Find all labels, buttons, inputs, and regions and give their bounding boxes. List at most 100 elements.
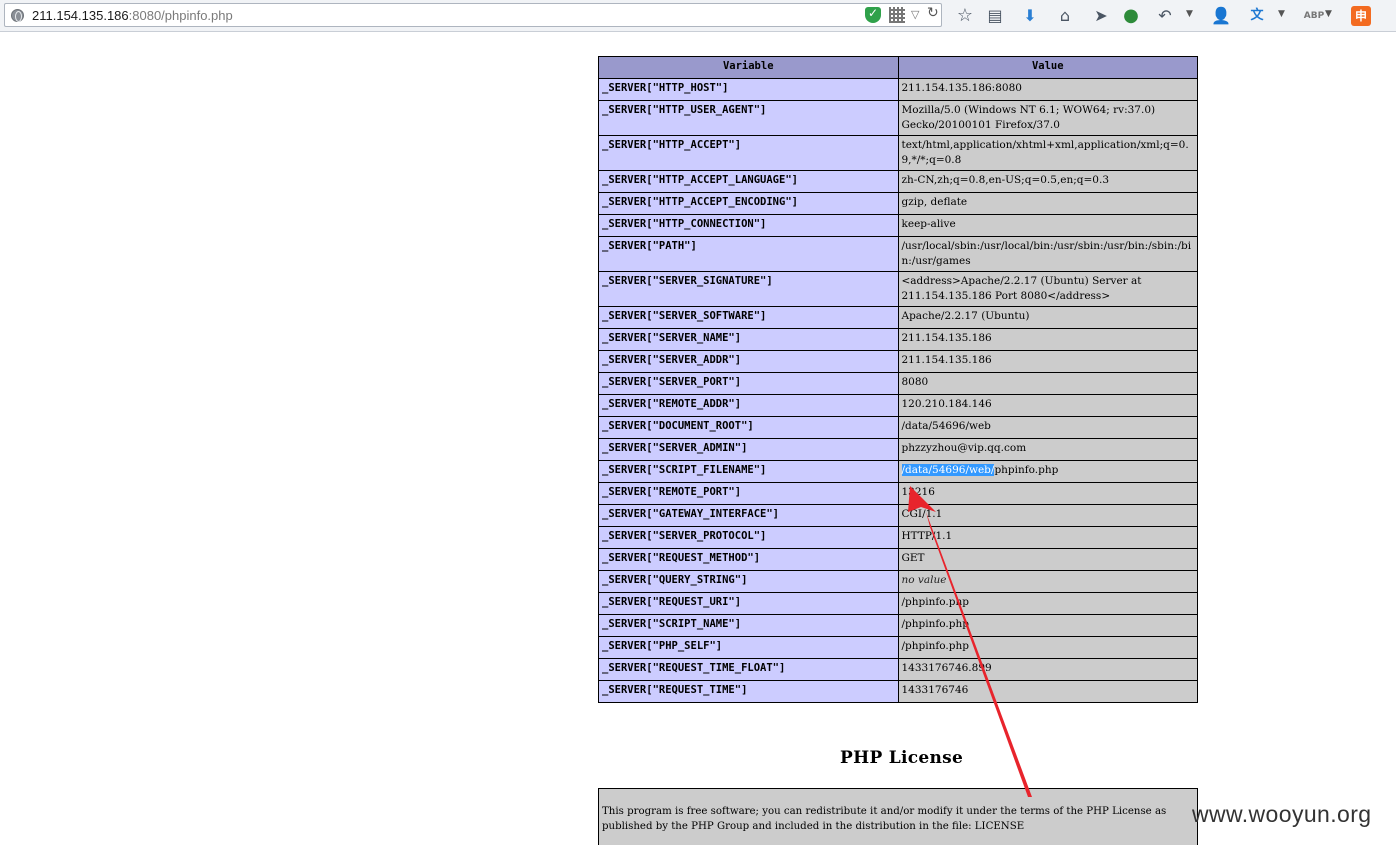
value-cell: 8080	[897, 372, 1198, 395]
address-bar[interactable]: 211.154.135.186:8080/phpinfo.php ▽ ↻	[4, 3, 942, 27]
table-row: _SERVER["PATH"]/usr/local/sbin:/usr/loca…	[598, 236, 1198, 272]
table-row: _SERVER["QUERY_STRING"] no value	[598, 570, 1198, 593]
value-cell: 211.154.135.186:8080	[897, 78, 1198, 101]
value-cell: /data/54696/web	[897, 416, 1198, 439]
value-cell: 211.154.135.186	[897, 350, 1198, 373]
table-row: _SERVER["HTTP_USER_AGENT"] Mozilla/5.0 (W…	[598, 100, 1198, 136]
variable-cell: _SERVER["SERVER_SIGNATURE"]	[598, 271, 899, 307]
shield-icon[interactable]	[865, 6, 881, 23]
value-cell: <address>Apache/2.2.17 (Ubuntu) Server a…	[897, 271, 1198, 307]
license-title: PHP License	[840, 748, 964, 768]
url-host: 211.154.135.186	[32, 8, 129, 23]
undo-dropdown-icon[interactable]: ▼	[1186, 9, 1193, 19]
table-row: _SERVER["REQUEST_URI"]/phpinfo.php	[598, 592, 1198, 615]
value-cell: no value	[897, 570, 1198, 593]
table-row: _SERVER["SCRIPT_FILENAME"]/data/54696/we…	[598, 460, 1198, 483]
user-icon[interactable]: 👤	[1211, 6, 1231, 26]
table-row: _SERVER["SCRIPT_NAME"]/phpinfo.php	[598, 614, 1198, 637]
value-cell: CGI/1.1	[897, 504, 1198, 527]
reload-icon[interactable]: ↻	[927, 5, 943, 21]
qr-code-icon[interactable]	[889, 7, 905, 23]
bookmark-star-icon[interactable]: ☆	[955, 6, 975, 26]
translate-dropdown-icon[interactable]: ▼	[1278, 9, 1285, 19]
server-variables-table: Variable Value _SERVER["HTTP_HOST"] 211.1…	[598, 56, 1198, 703]
home-icon[interactable]: ⌂	[1055, 6, 1075, 26]
value-cell: 1433176746.899	[897, 658, 1198, 681]
table-row: _SERVER["GATEWAY_INTERFACE"] CGI/1.1	[598, 504, 1198, 527]
table-row: _SERVER["HTTP_ACCEPT"] text/html,applicat…	[598, 135, 1198, 171]
variable-cell: _SERVER["HTTP_CONNECTION"]	[598, 214, 899, 237]
variable-cell: _SERVER["REMOTE_ADDR"]	[598, 394, 899, 417]
value-cell: 13216	[897, 482, 1198, 505]
table-row: _SERVER["REQUEST_TIME_FLOAT"] 1433176746.…	[598, 658, 1198, 681]
variable-cell: _SERVER["PATH"]	[598, 236, 899, 272]
table-header-row: Variable Value	[598, 56, 1198, 79]
variable-cell: _SERVER["QUERY_STRING"]	[598, 570, 899, 593]
no-value-text: no value	[901, 574, 947, 586]
variable-cell: _SERVER["SERVER_ADDR"]	[598, 350, 899, 373]
value-cell: zh-CN,zh;q=0.8,en-US;q=0.5,en;q=0.3	[897, 170, 1198, 193]
variable-cell: _SERVER["SCRIPT_FILENAME"]	[598, 460, 899, 483]
table-row: _SERVER["SERVER_SIGNATURE"] <address>Apac…	[598, 271, 1198, 307]
table-row: _SERVER["REQUEST_METHOD"] GET	[598, 548, 1198, 571]
variable-cell: _SERVER["REQUEST_TIME_FLOAT"]	[598, 658, 899, 681]
table-row: _SERVER["REMOTE_PORT"] 13216	[598, 482, 1198, 505]
variable-cell: _SERVER["DOCUMENT_ROOT"]	[598, 416, 899, 439]
table-row: _SERVER["HTTP_CONNECTION"] keep-alive	[598, 214, 1198, 237]
translate-icon[interactable]: 文	[1247, 6, 1267, 26]
table-row: _SERVER["SERVER_NAME"] 211.154.135.186	[598, 328, 1198, 351]
variable-cell: _SERVER["HTTP_ACCEPT_ENCODING"]	[598, 192, 899, 215]
browser-toolbar: 211.154.135.186:8080/phpinfo.php ▽ ↻ ☆ ▤…	[0, 0, 1396, 32]
value-cell: keep-alive	[897, 214, 1198, 237]
table-row: _SERVER["SERVER_PROTOCOL"] HTTP/1.1	[598, 526, 1198, 549]
send-icon[interactable]: ➤	[1091, 6, 1111, 26]
value-cell: /phpinfo.php	[897, 592, 1198, 615]
extension-icon[interactable]: 申	[1351, 6, 1371, 26]
variable-cell: _SERVER["HTTP_HOST"]	[598, 78, 899, 101]
value-cell: Apache/2.2.17 (Ubuntu)	[897, 306, 1198, 329]
watermark: www.wooyun.org	[1192, 801, 1372, 827]
url-text[interactable]: 211.154.135.186:8080/phpinfo.php	[32, 8, 233, 23]
value-cell[interactable]: /data/54696/web/phpinfo.php	[897, 460, 1198, 483]
table-row: _SERVER["REMOTE_ADDR"] 120.210.184.146	[598, 394, 1198, 417]
variable-cell: _SERVER["REMOTE_PORT"]	[598, 482, 899, 505]
variable-cell: _SERVER["REQUEST_URI"]	[598, 592, 899, 615]
license-text: This program is free software; you can r…	[598, 788, 1198, 845]
adblock-dropdown-icon[interactable]: ▼	[1325, 9, 1332, 19]
value-cell: phzzyzhou@vip.qq.com	[897, 438, 1198, 461]
reading-list-icon[interactable]: ▤	[985, 6, 1005, 26]
globe-icon	[11, 9, 24, 22]
table-row: _SERVER["SERVER_SOFTWARE"] Apache/2.2.17 …	[598, 306, 1198, 329]
variable-cell: _SERVER["SERVER_PROTOCOL"]	[598, 526, 899, 549]
dropmarker-icon[interactable]: ▽	[911, 8, 927, 24]
table-row: _SERVER["SERVER_ADDR"] 211.154.135.186	[598, 350, 1198, 373]
variable-cell: _SERVER["SERVER_NAME"]	[598, 328, 899, 351]
variable-cell: _SERVER["SERVER_ADMIN"]	[598, 438, 899, 461]
download-icon[interactable]: ⬇	[1020, 6, 1040, 26]
table-row: _SERVER["HTTP_ACCEPT_ENCODING"] gzip, def…	[598, 192, 1198, 215]
table-row: _SERVER["HTTP_HOST"] 211.154.135.186:8080	[598, 78, 1198, 101]
value-cell: Mozilla/5.0 (Windows NT 6.1; WOW64; rv:3…	[897, 100, 1198, 136]
header-variable: Variable	[598, 56, 899, 79]
variable-cell: _SERVER["SCRIPT_NAME"]	[598, 614, 899, 637]
variable-cell: _SERVER["SERVER_SOFTWARE"]	[598, 306, 899, 329]
variable-cell: _SERVER["HTTP_USER_AGENT"]	[598, 100, 899, 136]
variable-cell: _SERVER["HTTP_ACCEPT_LANGUAGE"]	[598, 170, 899, 193]
variable-cell: _SERVER["REQUEST_METHOD"]	[598, 548, 899, 571]
table-row: _SERVER["HTTP_ACCEPT_LANGUAGE"] zh-CN,zh;…	[598, 170, 1198, 193]
value-cell: /usr/local/sbin:/usr/local/bin:/usr/sbin…	[897, 236, 1198, 272]
selected-text[interactable]: /data/54696/web/	[901, 464, 995, 476]
value-cell: 120.210.184.146	[897, 394, 1198, 417]
variable-cell: _SERVER["HTTP_ACCEPT"]	[598, 135, 899, 171]
value-cell: /phpinfo.php	[897, 614, 1198, 637]
undo-icon[interactable]: ↶	[1155, 6, 1175, 26]
table-row: _SERVER["DOCUMENT_ROOT"]/data/54696/web	[598, 416, 1198, 439]
value-cell: GET	[897, 548, 1198, 571]
table-row: _SERVER["SERVER_PORT"] 8080	[598, 372, 1198, 395]
table-row: _SERVER["SERVER_ADMIN"] phzzyzhou@vip.qq.…	[598, 438, 1198, 461]
value-cell: 1433176746	[897, 680, 1198, 703]
green-ball-icon[interactable]: ●	[1121, 6, 1141, 26]
header-value: Value	[897, 56, 1198, 79]
variable-cell: _SERVER["PHP_SELF"]	[598, 636, 899, 659]
adblock-icon[interactable]: ABP	[1303, 6, 1325, 26]
